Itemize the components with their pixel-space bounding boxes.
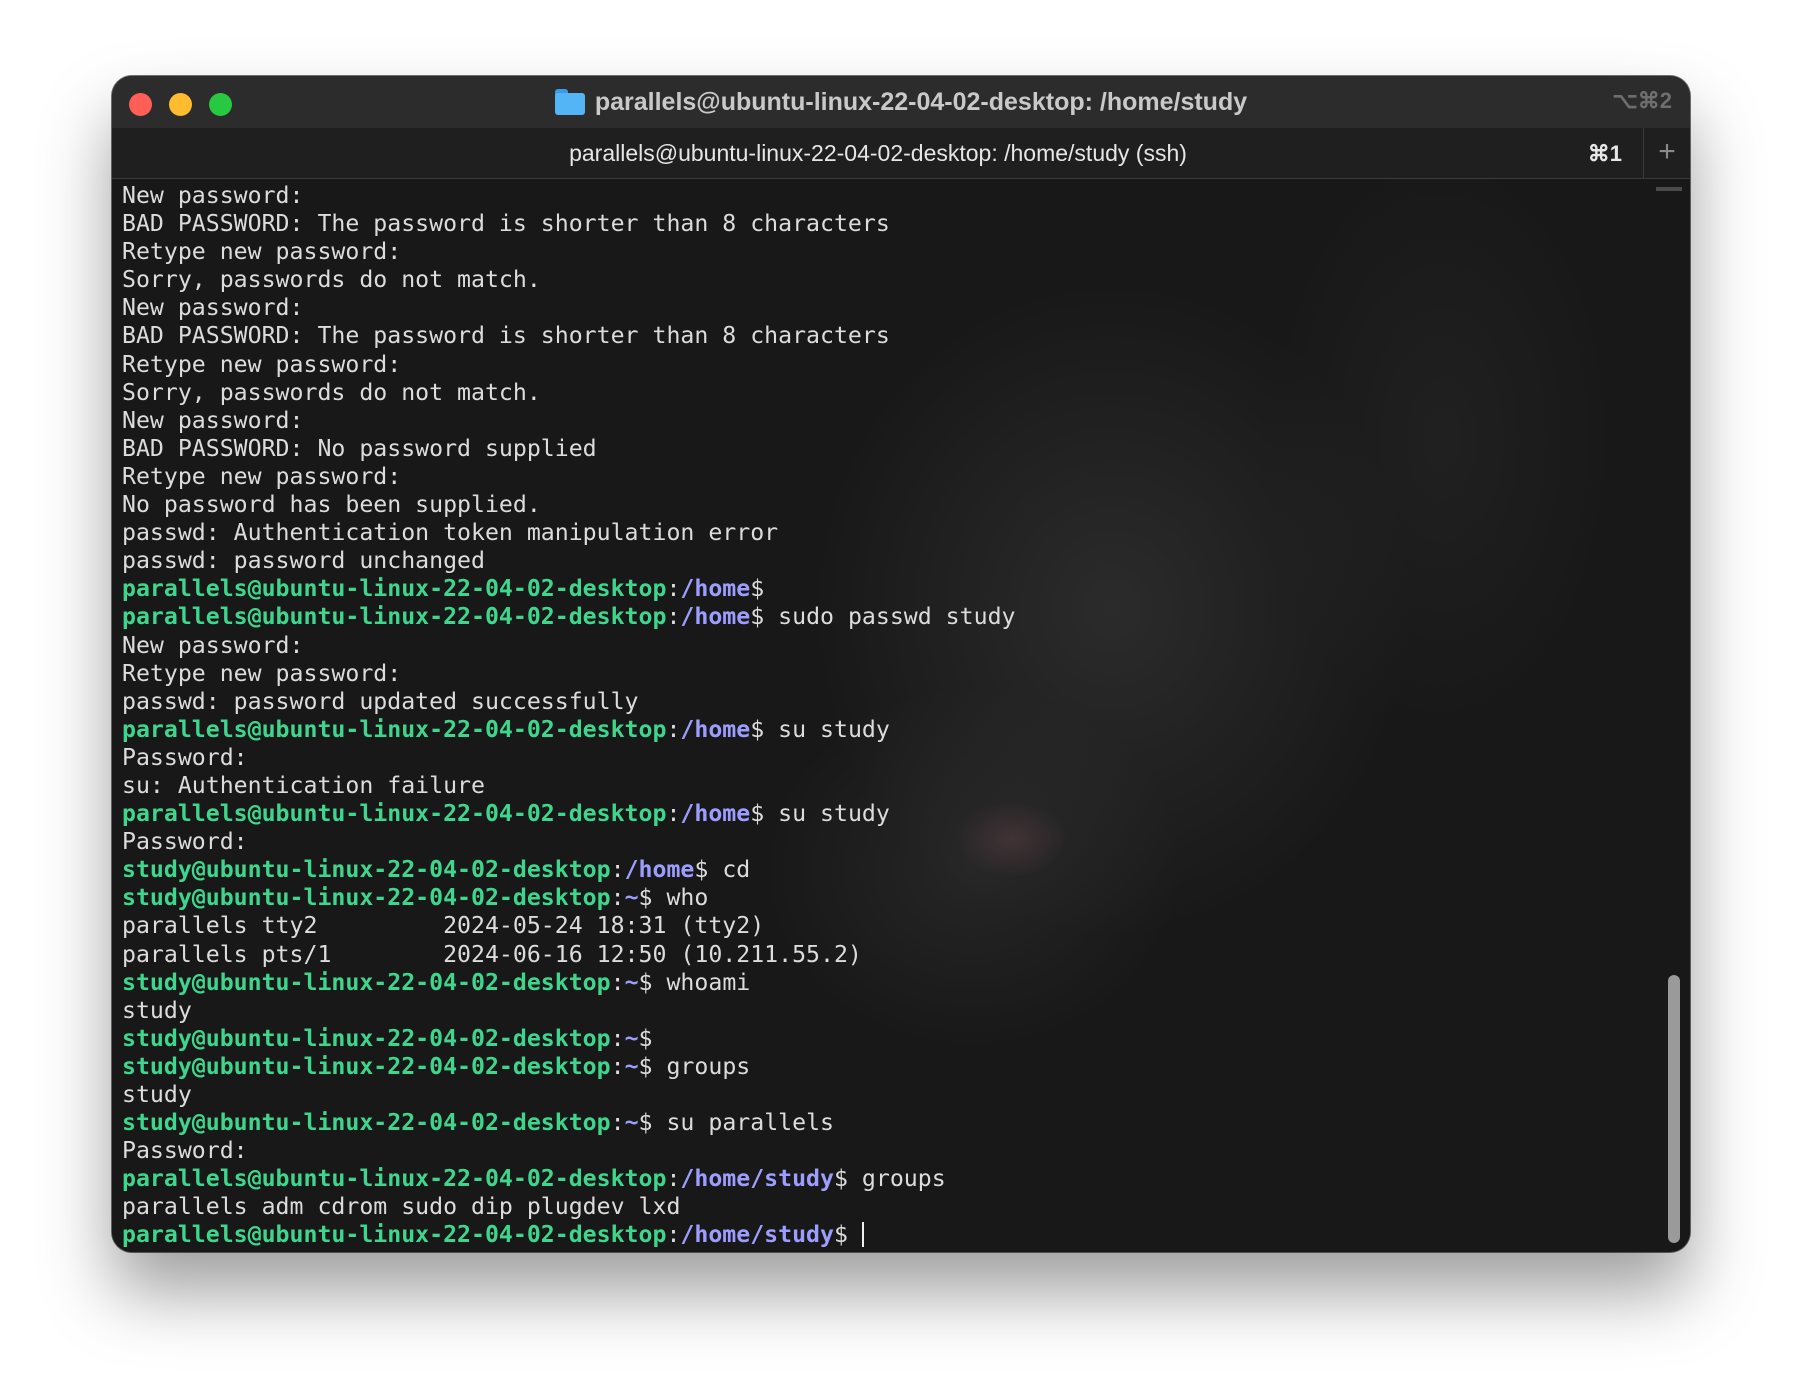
output-line: New password:	[122, 182, 304, 209]
output-line: New password:	[122, 294, 304, 322]
command-text	[848, 1221, 862, 1248]
output-line: parallels adm cdrom sudo dip plugdev lxd	[122, 1193, 681, 1221]
tab-ssh-session[interactable]: parallels@ubuntu-linux-22-04-02-desktop:…	[112, 128, 1644, 178]
prompt-path: /home	[680, 715, 751, 743]
prompt-path: ~	[624, 884, 639, 912]
prompt-line: parallels@ubuntu-linux-22-04-02-desktop:…	[122, 575, 765, 603]
output-line: No password has been supplied.	[122, 491, 541, 519]
prompt-user: parallels@ubuntu-linux-22-04-02-desktop	[122, 715, 667, 743]
command-text: sudo passwd study	[764, 603, 1016, 631]
prompt-line: study@ubuntu-linux-22-04-02-desktop:~$ s…	[122, 1109, 834, 1137]
prompt-user: parallels@ubuntu-linux-22-04-02-desktop	[122, 1165, 667, 1193]
output-line: Retype new password:	[122, 238, 402, 266]
command-text: cd	[708, 856, 751, 884]
output-line: study	[122, 996, 192, 1024]
prompt-user: parallels@ubuntu-linux-22-04-02-desktop	[122, 575, 667, 603]
prompt-line: parallels@ubuntu-linux-22-04-02-desktop:…	[122, 800, 890, 828]
output-line: BAD PASSWORD: The password is shorter th…	[122, 322, 890, 350]
output-line: BAD PASSWORD: The password is shorter th…	[122, 210, 890, 238]
command-text: whoami	[652, 968, 751, 996]
prompt-line: study@ubuntu-linux-22-04-02-desktop:~$ w…	[122, 968, 751, 996]
scrollbar-thumb[interactable]	[1668, 975, 1680, 1243]
output-line: Password:	[122, 743, 248, 771]
prompt-path: ~	[624, 1052, 639, 1080]
prompt-user: parallels@ubuntu-linux-22-04-02-desktop	[122, 1221, 667, 1249]
command-text: who	[652, 884, 709, 912]
tab-bar: parallels@ubuntu-linux-22-04-02-desktop:…	[112, 128, 1690, 179]
prompt-path: /home	[624, 856, 695, 884]
prompt-user: study@ubuntu-linux-22-04-02-desktop	[122, 856, 611, 884]
prompt-user: study@ubuntu-linux-22-04-02-desktop	[122, 1024, 611, 1052]
prompt-user: study@ubuntu-linux-22-04-02-desktop	[122, 968, 611, 996]
prompt-path: /home	[680, 800, 751, 828]
prompt-line: parallels@ubuntu-linux-22-04-02-desktop:…	[122, 1221, 1015, 1249]
output-line: Password:	[122, 828, 248, 856]
prompt-path: ~	[624, 1109, 639, 1137]
tab-shortcut: ⌘1	[1587, 141, 1622, 166]
output-line: su: Authentication failure	[122, 771, 485, 799]
terminal-window: parallels@ubuntu-linux-22-04-02-desktop:…	[112, 76, 1690, 1252]
output-line: passwd: Authentication token manipulatio…	[122, 519, 779, 547]
prompt-line: study@ubuntu-linux-22-04-02-desktop:~$	[122, 1024, 653, 1052]
prompt-line: study@ubuntu-linux-22-04-02-desktop:/hom…	[122, 856, 751, 884]
folder-icon	[554, 89, 585, 115]
command-text: su study	[764, 800, 890, 828]
window-shortcut: ⌥⌘2	[1612, 88, 1672, 113]
command-text: groups	[847, 1165, 946, 1193]
command-text: su study	[764, 715, 890, 743]
output-line: parallels tty2 2024-05-24 18:31 (tty2)	[122, 912, 765, 940]
output-line: New password:	[122, 631, 304, 659]
terminal-output[interactable]: New password: BAD PASSWORD: The password …	[112, 179, 1690, 1252]
output-line: New password:	[122, 406, 304, 434]
output-line: passwd: password updated successfully	[122, 687, 639, 715]
prompt-path: ~	[624, 968, 639, 996]
scrollbar[interactable]	[1656, 187, 1682, 1247]
prompt-user: parallels@ubuntu-linux-22-04-02-desktop	[122, 603, 667, 631]
plus-icon: +	[1658, 135, 1676, 168]
terminal-lines: New password: BAD PASSWORD: The password …	[122, 182, 1015, 1250]
output-line: Password:	[122, 1137, 248, 1165]
prompt-user: study@ubuntu-linux-22-04-02-desktop	[122, 1052, 611, 1080]
output-line: passwd: password unchanged	[122, 547, 485, 575]
command-text: su parallels	[652, 1109, 834, 1137]
new-tab-button[interactable]: +	[1643, 128, 1690, 178]
prompt-user: study@ubuntu-linux-22-04-02-desktop	[122, 1109, 611, 1137]
output-line: Sorry, passwords do not match.	[122, 266, 541, 294]
scroll-top-marker	[1656, 187, 1682, 191]
output-line: Retype new password:	[122, 659, 402, 687]
prompt-path: ~	[624, 1024, 639, 1052]
window-title: parallels@ubuntu-linux-22-04-02-desktop:…	[594, 87, 1248, 116]
window-title-group: parallels@ubuntu-linux-22-04-02-desktop:…	[112, 76, 1690, 128]
output-line: Retype new password:	[122, 462, 402, 490]
output-line: Sorry, passwords do not match.	[122, 378, 541, 406]
prompt-line: parallels@ubuntu-linux-22-04-02-desktop:…	[122, 715, 890, 743]
command-text: groups	[652, 1052, 751, 1080]
prompt-path: /home/study	[680, 1221, 834, 1249]
output-line: parallels pts/1 2024-06-16 12:50 (10.211…	[122, 940, 862, 968]
prompt-user: parallels@ubuntu-linux-22-04-02-desktop	[122, 800, 667, 828]
prompt-user: study@ubuntu-linux-22-04-02-desktop	[122, 884, 611, 912]
output-line: BAD PASSWORD: No password supplied	[122, 434, 597, 462]
prompt-line: study@ubuntu-linux-22-04-02-desktop:~$ w…	[122, 884, 709, 912]
prompt-line: study@ubuntu-linux-22-04-02-desktop:~$ g…	[122, 1052, 751, 1080]
title-bar[interactable]: parallels@ubuntu-linux-22-04-02-desktop:…	[112, 76, 1690, 128]
prompt-path: /home	[680, 575, 751, 603]
prompt-path: /home/study	[680, 1165, 834, 1193]
output-line: Retype new password:	[122, 350, 402, 378]
prompt-line: parallels@ubuntu-linux-22-04-02-desktop:…	[122, 603, 1016, 631]
output-line: study	[122, 1081, 192, 1108]
prompt-line: parallels@ubuntu-linux-22-04-02-desktop:…	[122, 1165, 946, 1193]
prompt-path: /home	[680, 603, 751, 631]
text-cursor	[861, 1222, 864, 1248]
